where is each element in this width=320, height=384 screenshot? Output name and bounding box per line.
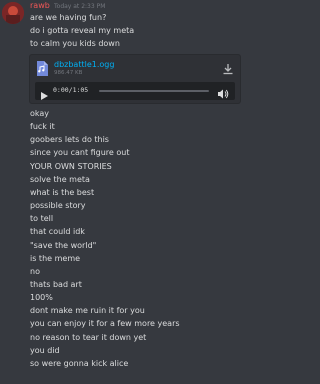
play-icon[interactable] bbox=[39, 86, 49, 100]
message-line: that could idk bbox=[30, 227, 85, 237]
message-line: fuck it bbox=[30, 122, 55, 132]
message-line: goobers lets do this bbox=[30, 135, 109, 145]
message-line: possible story bbox=[30, 201, 86, 211]
message-line: 100% bbox=[30, 293, 53, 303]
download-icon[interactable] bbox=[222, 60, 234, 75]
timestamp: Today at 2:33 PM bbox=[54, 3, 106, 10]
message-line: "save the world" bbox=[30, 240, 97, 250]
message-line: are we having fun? bbox=[30, 13, 107, 22]
message-line: you can enjoy it for a few more years bbox=[30, 319, 180, 329]
message-line: since you cant figure out bbox=[30, 148, 130, 158]
audio-file-icon bbox=[36, 61, 48, 76]
message-line: no bbox=[30, 266, 40, 276]
message-line: so were gonna kick alice bbox=[30, 358, 129, 368]
message-line: dont make me ruin it for you bbox=[30, 306, 145, 316]
message-line: to tell bbox=[30, 214, 54, 224]
message-line: do i gotta reveal my meta bbox=[30, 26, 135, 35]
message-line: you did bbox=[30, 345, 60, 355]
message-line: no reason to tear it down yet bbox=[30, 332, 147, 342]
message-line: to calm you kids down bbox=[30, 39, 120, 48]
volume-icon[interactable] bbox=[217, 85, 229, 99]
audio-player: 0:00/1:05 bbox=[35, 82, 235, 100]
message-line: solve the meta bbox=[30, 174, 90, 184]
avatar[interactable] bbox=[2, 2, 24, 24]
message-line: YOUR OWN STORIES bbox=[30, 161, 112, 171]
message-line: okay bbox=[30, 109, 50, 118]
message-line: thats bad art bbox=[30, 280, 82, 289]
message-line: what is the best bbox=[30, 187, 95, 197]
audio-attachment: dbzbattle1.ogg 986.47 KB 0:00/1:05 bbox=[29, 54, 241, 104]
file-size: 986.47 KB bbox=[54, 70, 83, 76]
message-line: is the meme bbox=[30, 253, 81, 263]
username[interactable]: rawb bbox=[30, 1, 50, 10]
progress-bar[interactable] bbox=[99, 90, 209, 92]
file-name-link[interactable]: dbzbattle1.ogg bbox=[54, 60, 114, 69]
playback-time: 0:00/1:05 bbox=[53, 86, 89, 94]
